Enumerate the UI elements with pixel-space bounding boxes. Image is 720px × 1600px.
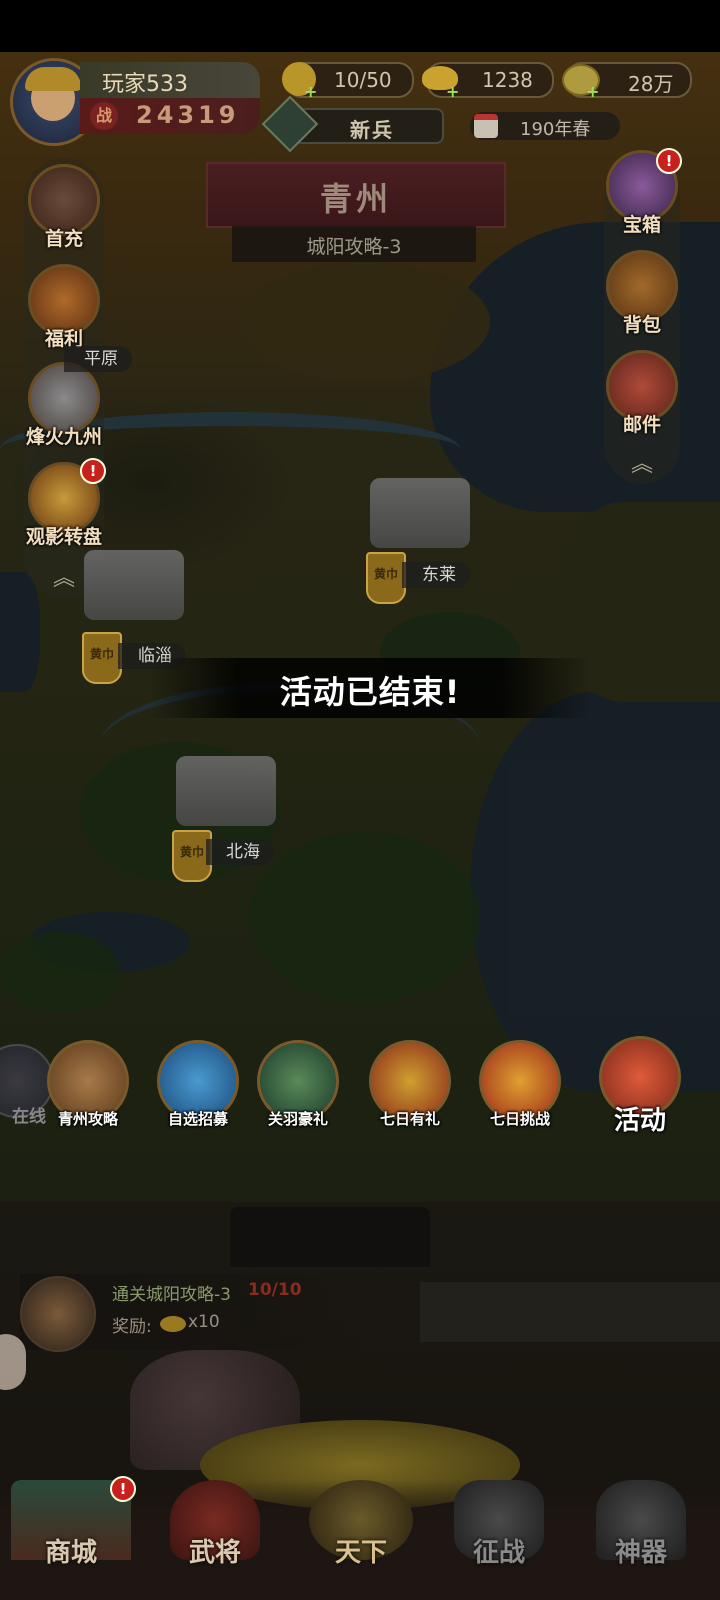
region-subtitle: 城阳攻略-3 <box>306 236 402 258</box>
mail-label: 邮件 <box>622 414 661 436</box>
nav-world[interactable]: 天下 <box>296 1480 426 1569</box>
city-label-beihai[interactable]: 北海 <box>206 839 274 865</box>
gold-ingot-icon <box>160 1316 186 1332</box>
nav-generals[interactable]: 武将 <box>150 1480 280 1569</box>
power-value: 24319 <box>136 101 240 129</box>
activity-seven-day-gift-label: 七日有礼 <box>379 1110 440 1128</box>
rank-bar[interactable]: 新兵 <box>261 95 444 153</box>
gold-counter[interactable]: + 1238 <box>422 62 554 101</box>
left-menu-collapse-icon[interactable]: ︽ <box>50 560 78 591</box>
activity-events-label: 活动 <box>613 1106 666 1136</box>
add-gold-icon[interactable]: + <box>446 82 459 101</box>
activity-events[interactable]: 活动 <box>592 1036 688 1137</box>
nav-world-label: 天下 <box>334 1538 387 1568</box>
coins-counter[interactable]: + 28万 <box>562 62 692 101</box>
date-label: 190年春 <box>520 119 591 140</box>
activity-qingzhou-guide[interactable]: 青州攻略 <box>40 1040 136 1129</box>
activity-seven-day-gift[interactable]: 七日有礼 <box>362 1040 458 1129</box>
nav-artifact[interactable]: 神器 <box>576 1480 706 1569</box>
city-label-pingyuan[interactable]: 平原 <box>64 346 132 372</box>
nav-artifact-label: 神器 <box>614 1538 667 1568</box>
quest-progress: 10/10 <box>248 1280 302 1300</box>
nav-shop-label: 商城 <box>44 1538 97 1568</box>
city-name-donglai: 东莱 <box>422 565 456 585</box>
add-stamina-icon[interactable]: + <box>304 82 317 101</box>
first-recharge-button[interactable]: 首充 <box>26 164 102 251</box>
quest-text: 通关城阳攻略-3 <box>112 1285 231 1305</box>
city-flag-donglai: 黄巾 <box>366 552 406 604</box>
calendar-icon <box>474 114 498 138</box>
stamina-counter[interactable]: + 10/50 <box>282 62 414 101</box>
quest-tracker[interactable]: 通关城阳攻略-3 10/10 奖励: x10 <box>20 1274 370 1352</box>
activity-guanyu-gift[interactable]: 关羽豪礼 <box>250 1040 346 1129</box>
coins-value: 28万 <box>628 72 674 96</box>
welfare-button[interactable]: 福利 <box>26 264 102 351</box>
nav-campaign[interactable]: 征战 <box>434 1480 564 1569</box>
city-fort-linzi[interactable] <box>84 550 184 620</box>
region-subtitle-bar: 城阳攻略-3 <box>232 226 476 262</box>
spin-wheel-alert-badge: ! <box>80 458 106 484</box>
treasure-chest-alert-badge: ! <box>656 148 682 174</box>
activity-seven-day-challenge[interactable]: 七日挑战 <box>472 1040 568 1129</box>
nav-shop[interactable]: ! 商城 <box>6 1476 136 1569</box>
side-edge-avatar[interactable] <box>0 1334 26 1390</box>
region-title: 青州 <box>319 180 392 218</box>
backpack-button[interactable]: 背包 <box>604 250 680 337</box>
activity-qingzhou-guide-label: 青州攻略 <box>57 1110 118 1128</box>
nav-campaign-label: 征战 <box>472 1538 525 1568</box>
activity-select-recruit-label: 自选招募 <box>167 1110 228 1128</box>
city-fort-donglai[interactable] <box>370 478 470 548</box>
first-recharge-label: 首充 <box>44 228 83 250</box>
player-name-bar: 玩家533 <box>80 62 260 98</box>
spin-wheel-label: 观影转盘 <box>26 526 103 548</box>
player-name: 玩家533 <box>102 72 188 97</box>
city-fort-beihai[interactable] <box>176 756 276 826</box>
activity-guanyu-gift-label: 关羽豪礼 <box>267 1110 328 1128</box>
shop-alert-badge: ! <box>110 1476 136 1502</box>
city-label-donglai[interactable]: 东莱 <box>402 562 470 588</box>
city-name-beihai: 北海 <box>226 842 260 862</box>
nav-generals-label: 武将 <box>188 1538 241 1568</box>
treasure-chest-button[interactable]: 宝箱 ! <box>604 148 682 237</box>
spin-wheel-button[interactable]: 观影转盘 ! <box>26 458 106 549</box>
region-banner: 青州 <box>206 162 506 228</box>
rank-label: 新兵 <box>350 118 394 142</box>
status-bar <box>0 0 720 52</box>
add-coins-icon[interactable]: + <box>586 82 599 101</box>
quest-reward-count: x10 <box>188 1312 220 1332</box>
quest-scroll-icon <box>20 1276 96 1352</box>
toast-banner: 活动已结束! <box>150 658 590 718</box>
date-bar: 190年春 <box>470 112 620 140</box>
gold-value: 1238 <box>482 68 533 92</box>
city-flag-linzi: 黄巾 <box>82 632 122 684</box>
activity-select-recruit[interactable]: 自选招募 <box>150 1040 246 1129</box>
toast-message: 活动已结束! <box>279 673 461 711</box>
power-icon: 战 <box>90 102 118 130</box>
quest-reward-label: 奖励: <box>112 1317 152 1337</box>
power-bar: 战 24319 <box>80 98 260 134</box>
backpack-label: 背包 <box>622 314 661 336</box>
beacon-nine-states-button[interactable]: 烽火九州 <box>26 362 102 449</box>
stamina-value: 10/50 <box>334 68 392 92</box>
city-name-pingyuan: 平原 <box>84 349 118 369</box>
treasure-chest-label: 宝箱 <box>622 214 661 236</box>
activity-seven-day-challenge-label: 七日挑战 <box>489 1110 550 1128</box>
mail-button[interactable]: 邮件 <box>604 350 680 437</box>
right-menu-collapse-icon[interactable]: ︽ <box>628 446 656 477</box>
beacon-nine-states-label: 烽火九州 <box>26 426 103 448</box>
